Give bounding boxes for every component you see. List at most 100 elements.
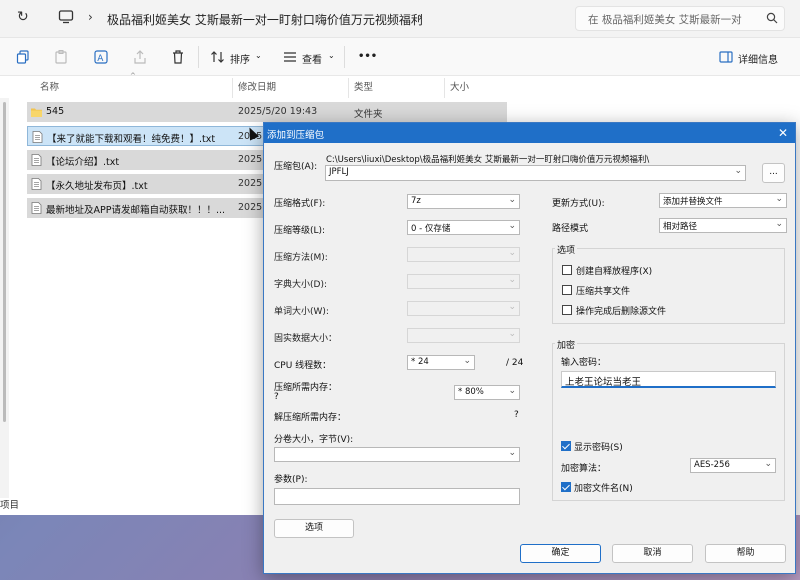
shared-files-label[interactable]: 压缩共享文件	[576, 284, 630, 297]
path-mode-value: 相对路径	[663, 222, 698, 232]
scrollbar-thumb[interactable]	[3, 102, 6, 422]
cpu-threads-select[interactable]: * 24 ⌄	[407, 355, 475, 370]
view-button[interactable]: 查看	[302, 51, 322, 66]
format-value: 7z	[411, 196, 421, 206]
search-input[interactable]: 在 极品福利姬美女 艾斯最新一对	[588, 12, 756, 27]
column-header-date[interactable]: 修改日期	[238, 79, 276, 97]
this-pc-icon[interactable]	[58, 10, 74, 24]
chevron-down-icon[interactable]: ⌄	[775, 194, 783, 204]
text-file-icon	[32, 131, 43, 143]
chevron-down-icon[interactable]: ⌄	[508, 386, 516, 396]
show-password-label[interactable]: 显示密码(S)	[574, 440, 623, 453]
column-divider[interactable]	[232, 78, 233, 98]
text-file-icon	[31, 154, 42, 166]
password-value[interactable]: 上老王论坛当老王	[565, 374, 641, 388]
refresh-icon[interactable]: ↻	[17, 9, 33, 27]
close-icon[interactable]: ✕	[778, 126, 788, 140]
column-header-type[interactable]: 类型	[354, 79, 373, 97]
chevron-down-icon[interactable]: ⌄	[734, 166, 742, 176]
breadcrumb[interactable]: 极品福利姬美女 艾斯最新一对一盯射口嗨价值万元视频福利	[107, 11, 423, 28]
sort-icon[interactable]	[210, 49, 226, 65]
archive-name-combo[interactable]: JPFLJ ⌄	[325, 165, 746, 181]
chevron-right-icon[interactable]: ›	[88, 10, 93, 24]
encryption-method-select[interactable]: AES-256 ⌄	[690, 458, 776, 473]
dialog-title-bar[interactable]: 添加到压缩包 ✕	[264, 123, 795, 143]
command-bar: A 排序 ⌄ 查看 ⌄ ••• 详细信息	[0, 38, 800, 76]
update-mode-select[interactable]: 添加并替换文件 ⌄	[659, 193, 787, 208]
memory-usage-select[interactable]: * 80% ⌄	[454, 385, 520, 400]
encrypt-names-checkbox[interactable]	[561, 482, 571, 492]
view-icon[interactable]	[282, 49, 298, 65]
navigation-pane-scrollbar[interactable]	[0, 98, 9, 498]
compress-memory-label: 压缩所需内存：	[274, 383, 338, 393]
path-mode-select[interactable]: 相对路径 ⌄	[659, 218, 787, 233]
details-pane-icon[interactable]	[718, 49, 734, 65]
ok-button[interactable]: 确定	[520, 544, 601, 563]
archive-name-value[interactable]: JPFLJ	[329, 167, 349, 177]
file-name: 545	[46, 106, 65, 117]
compress-memory-value: ?	[274, 392, 279, 402]
chevron-down-icon[interactable]: ⌄	[328, 51, 335, 60]
sfx-checkbox[interactable]	[562, 265, 572, 275]
file-date: 2025/5/20 19:43	[238, 106, 318, 117]
rename-icon[interactable]: A	[93, 49, 109, 65]
chevron-down-icon[interactable]: ⌄	[775, 219, 783, 229]
search-icon[interactable]	[766, 12, 778, 24]
more-options-button[interactable]: •••	[358, 51, 377, 62]
format-select[interactable]: 7z ⌄	[407, 194, 520, 209]
solid-block-select[interactable]: ⌄	[407, 328, 520, 343]
file-row[interactable]: 545 2025/5/20 19:43 文件夹	[27, 102, 507, 122]
level-select[interactable]: 0 - 仅存储 ⌄	[407, 220, 520, 235]
address-bar: ↻ › 极品福利姬美女 艾斯最新一对一盯射口嗨价值万元视频福利 › 在 极品福利…	[0, 0, 800, 38]
paste-icon[interactable]	[53, 49, 69, 65]
format-label: 压缩格式(F):	[274, 199, 326, 209]
chevron-down-icon[interactable]: ⌄	[508, 221, 516, 231]
update-mode-label: 更新方式(U):	[552, 199, 605, 209]
sort-button[interactable]: 排序	[230, 51, 250, 66]
browse-button[interactable]: ...	[762, 163, 785, 183]
method-select[interactable]: ⌄	[407, 247, 520, 262]
column-header-size[interactable]: 大小	[450, 79, 469, 97]
chevron-down-icon: ⌄	[508, 302, 516, 312]
archive-label: 压缩包(A):	[274, 162, 318, 172]
delete-icon[interactable]	[170, 49, 186, 65]
delete-after-label[interactable]: 操作完成后删除源文件	[576, 304, 666, 317]
details-button[interactable]: 详细信息	[738, 51, 778, 66]
memory-usage-value: * 80%	[458, 387, 484, 397]
copy-icon[interactable]	[15, 49, 31, 65]
chevron-down-icon: ⌄	[508, 275, 516, 285]
password-input[interactable]: 上老王论坛当老王	[561, 371, 776, 388]
chevron-down-icon[interactable]: ⌄	[508, 448, 516, 458]
share-icon[interactable]	[132, 49, 148, 65]
svg-text:A: A	[97, 54, 104, 64]
split-volume-combo[interactable]: ⌄	[274, 447, 520, 462]
column-divider[interactable]	[444, 78, 445, 98]
chevron-right-icon[interactable]: ›	[418, 10, 423, 24]
toolbar-divider	[344, 46, 345, 68]
shared-files-checkbox[interactable]	[562, 285, 572, 295]
column-header-name[interactable]: 名称	[40, 79, 59, 97]
show-password-checkbox[interactable]	[561, 441, 571, 451]
dictionary-select[interactable]: ⌄	[407, 274, 520, 289]
encrypt-names-label[interactable]: 加密文件名(N)	[574, 481, 633, 494]
chevron-down-icon[interactable]: ⌄	[508, 195, 516, 205]
status-bar-text: 项目	[0, 500, 20, 511]
sfx-label[interactable]: 创建自释放程序(X)	[576, 264, 652, 277]
encryption-group-label: 加密	[555, 338, 578, 351]
parameters-input[interactable]	[274, 488, 520, 505]
file-date: 2025	[238, 154, 263, 165]
chevron-down-icon[interactable]: ⌄	[463, 356, 471, 366]
toolbar-divider	[198, 46, 199, 68]
file-name: 【永久地址发布页】.txt	[46, 181, 148, 192]
help-button[interactable]: 帮助	[705, 544, 786, 563]
options-button[interactable]: 选项	[274, 519, 354, 538]
chevron-down-icon[interactable]: ⌄	[764, 459, 772, 469]
add-to-archive-dialog: 添加到压缩包 ✕ 压缩包(A): C:\Users\liuxi\Desktop\…	[263, 122, 796, 574]
word-size-select[interactable]: ⌄	[407, 301, 520, 316]
column-divider[interactable]	[348, 78, 349, 98]
chevron-down-icon[interactable]: ⌄	[255, 51, 262, 60]
delete-after-checkbox[interactable]	[562, 305, 572, 315]
cancel-button[interactable]: 取消	[612, 544, 693, 563]
search-box[interactable]: 在 极品福利姬美女 艾斯最新一对	[575, 6, 785, 31]
parameters-label: 参数(P):	[274, 475, 308, 485]
